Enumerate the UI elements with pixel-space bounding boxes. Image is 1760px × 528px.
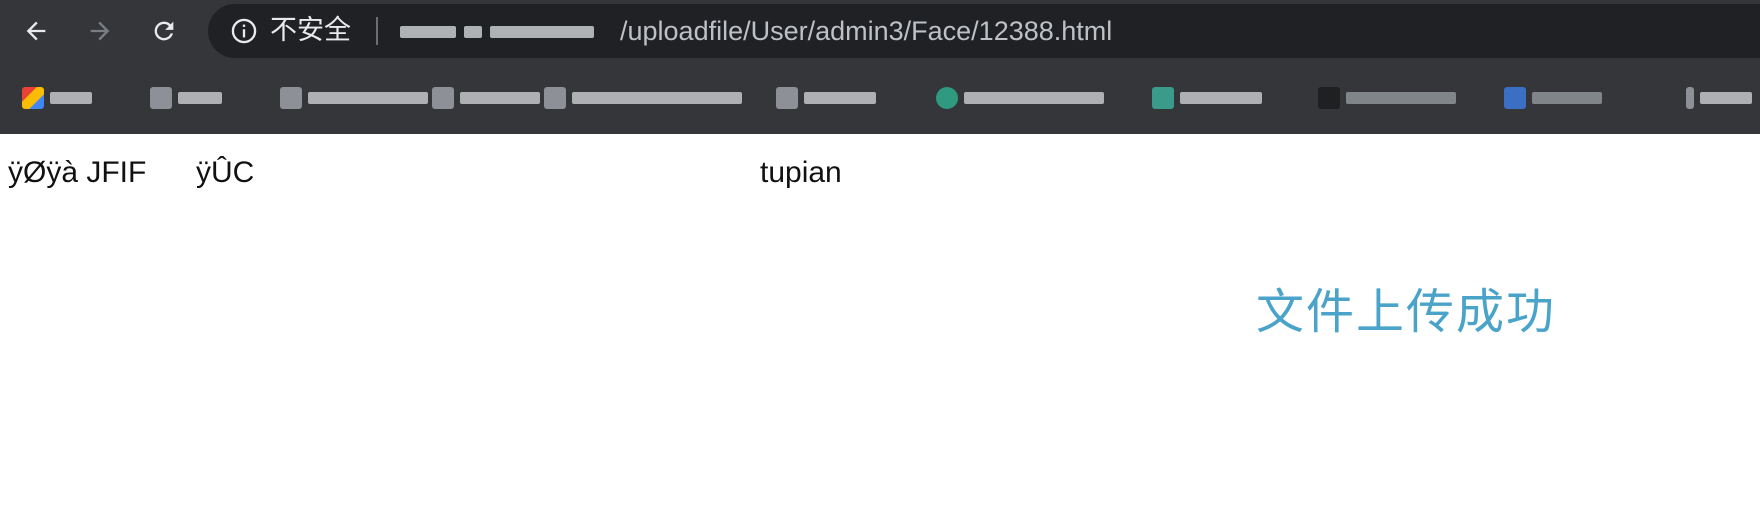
folder-icon xyxy=(280,87,302,109)
site-icon xyxy=(936,87,958,109)
folder-icon xyxy=(544,87,566,109)
bookmark-item[interactable] xyxy=(1152,84,1262,112)
site-icon xyxy=(1504,87,1526,109)
bookmark-item[interactable] xyxy=(280,84,428,112)
bookmark-item[interactable] xyxy=(776,84,876,112)
apps-grid-icon xyxy=(22,87,44,109)
back-button[interactable] xyxy=(14,9,58,53)
arrow-left-icon xyxy=(26,21,46,41)
site-icon xyxy=(1318,87,1340,109)
page-icon xyxy=(150,87,172,109)
site-icon xyxy=(1686,87,1694,109)
bookmark-apps[interactable] xyxy=(22,84,92,112)
forward-button[interactable] xyxy=(78,9,122,53)
page-content: ÿØÿà JFIF ÿÛC tupian 文件上传成功 xyxy=(0,134,1760,528)
reload-button[interactable] xyxy=(142,9,186,53)
site-icon xyxy=(1152,87,1174,109)
arrow-right-icon xyxy=(90,21,110,41)
browser-toolbar: 不安全 /uploadfile/User/admin3/Face/12388.h… xyxy=(0,0,1760,62)
bookmark-item[interactable] xyxy=(544,84,742,112)
folder-icon xyxy=(432,87,454,109)
bookmark-item[interactable] xyxy=(1504,84,1602,112)
address-bar[interactable]: 不安全 /uploadfile/User/admin3/Face/12388.h… xyxy=(208,4,1760,58)
separator xyxy=(376,17,378,45)
url-path[interactable]: /uploadfile/User/admin3/Face/12388.html xyxy=(620,4,1112,58)
upload-success-message: 文件上传成功 xyxy=(1256,284,1557,340)
raw-file-text: ÿØÿà JFIF xyxy=(8,156,147,189)
reload-icon xyxy=(154,21,174,41)
bookmark-item[interactable] xyxy=(1686,84,1752,112)
bookmark-item[interactable] xyxy=(1318,84,1456,112)
security-label[interactable]: 不安全 xyxy=(270,4,351,58)
bookmarks-bar xyxy=(0,62,1760,135)
bookmark-item[interactable] xyxy=(150,84,222,112)
url-host-redacted xyxy=(400,26,594,38)
folder-icon xyxy=(776,87,798,109)
raw-file-text: ÿÛC xyxy=(196,156,255,189)
info-icon[interactable] xyxy=(230,17,258,45)
raw-file-text: tupian xyxy=(760,156,842,189)
bookmark-item[interactable] xyxy=(432,84,540,112)
bookmark-item[interactable] xyxy=(936,84,1104,112)
